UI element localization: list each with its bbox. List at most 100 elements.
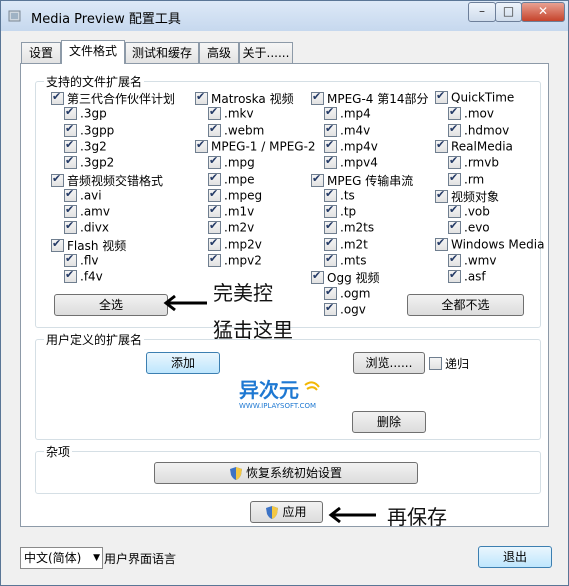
format-group-checkbox[interactable]: 视频对象 bbox=[435, 188, 499, 204]
check-box[interactable] bbox=[448, 105, 461, 121]
check-box[interactable] bbox=[435, 89, 448, 104]
check-box[interactable] bbox=[324, 122, 337, 137]
extension-checkbox[interactable]: .webm bbox=[208, 122, 264, 139]
extension-checkbox[interactable]: .mts bbox=[324, 252, 366, 269]
delete-button[interactable]: 删除 bbox=[352, 411, 426, 433]
extension-checkbox[interactable]: .m1v bbox=[208, 203, 254, 220]
tab-about[interactable]: 关于...... bbox=[239, 42, 293, 63]
select-all-button[interactable]: 全选 bbox=[54, 294, 168, 316]
check-box[interactable] bbox=[448, 122, 461, 137]
format-group-checkbox[interactable]: MPEG-4 第14部分 bbox=[311, 90, 429, 106]
check-box[interactable] bbox=[208, 236, 221, 251]
check-box[interactable] bbox=[435, 138, 448, 153]
tab-test-cache[interactable]: 测试和缓存 bbox=[125, 42, 199, 63]
extension-checkbox[interactable]: .rmvb bbox=[448, 154, 499, 171]
extension-checkbox[interactable]: .rm bbox=[448, 171, 484, 188]
add-button[interactable]: 添加 bbox=[146, 352, 220, 374]
check-box[interactable] bbox=[208, 122, 221, 137]
check-box[interactable] bbox=[51, 90, 64, 105]
recursive-checkbox[interactable]: 递归 bbox=[429, 355, 469, 371]
check-box[interactable] bbox=[324, 285, 337, 300]
format-group-checkbox[interactable]: RealMedia bbox=[435, 138, 513, 155]
extension-checkbox[interactable]: .evo bbox=[448, 219, 490, 236]
format-group-checkbox[interactable]: Windows Media bbox=[435, 236, 544, 253]
check-box[interactable] bbox=[64, 105, 77, 121]
check-box[interactable] bbox=[448, 219, 461, 235]
browse-button[interactable]: 浏览...... bbox=[353, 352, 425, 374]
check-box[interactable] bbox=[208, 203, 221, 219]
extension-checkbox[interactable]: .avi bbox=[64, 187, 102, 204]
extension-checkbox[interactable]: .mp4 bbox=[324, 105, 371, 122]
check-box[interactable] bbox=[448, 154, 461, 170]
extension-checkbox[interactable]: .m4v bbox=[324, 122, 370, 139]
check-box[interactable] bbox=[51, 172, 64, 187]
format-group-checkbox[interactable]: Flash 视频 bbox=[51, 237, 126, 253]
format-group-checkbox[interactable]: 第三代合作伙伴计划 bbox=[51, 90, 175, 106]
extension-checkbox[interactable]: .hdmov bbox=[448, 122, 509, 139]
extension-checkbox[interactable]: .mpv4 bbox=[324, 154, 378, 171]
extension-checkbox[interactable]: .flv bbox=[64, 252, 98, 269]
language-select[interactable]: 中文(简体) ▼ bbox=[20, 547, 103, 569]
check-box[interactable] bbox=[64, 154, 77, 170]
extension-checkbox[interactable]: .mpv2 bbox=[208, 252, 262, 269]
check-box[interactable] bbox=[324, 301, 337, 316]
tab-advanced[interactable]: 高级 bbox=[199, 42, 239, 63]
check-box[interactable] bbox=[64, 203, 77, 219]
extension-checkbox[interactable]: .divx bbox=[64, 219, 109, 236]
check-box[interactable] bbox=[208, 105, 221, 121]
restore-defaults-button[interactable]: 恢复系统初始设置 bbox=[154, 462, 418, 484]
extension-checkbox[interactable]: .mp4v bbox=[324, 138, 378, 155]
check-box[interactable] bbox=[208, 187, 221, 202]
check-box[interactable] bbox=[324, 252, 337, 267]
extension-checkbox[interactable]: .f4v bbox=[64, 268, 103, 285]
extension-checkbox[interactable]: .3gp bbox=[64, 105, 107, 122]
format-group-checkbox[interactable]: MPEG-1 / MPEG-2 bbox=[195, 138, 316, 155]
format-group-checkbox[interactable]: Ogg 视频 bbox=[311, 269, 380, 285]
extension-checkbox[interactable]: .mov bbox=[448, 105, 494, 122]
check-box[interactable] bbox=[324, 187, 337, 202]
check-box[interactable] bbox=[324, 219, 337, 235]
check-box[interactable] bbox=[435, 236, 448, 251]
format-group-checkbox[interactable]: Matroska 视频 bbox=[195, 90, 294, 106]
extension-checkbox[interactable]: .mpe bbox=[208, 171, 255, 188]
extension-checkbox[interactable]: .m2t bbox=[324, 236, 368, 253]
check-box[interactable] bbox=[435, 188, 448, 203]
extension-checkbox[interactable]: .vob bbox=[448, 203, 490, 220]
check-box[interactable] bbox=[208, 171, 221, 186]
check-box[interactable] bbox=[448, 268, 461, 284]
extension-checkbox[interactable]: .asf bbox=[448, 268, 486, 285]
check-box[interactable] bbox=[64, 122, 77, 137]
check-box[interactable] bbox=[324, 236, 337, 251]
exit-button[interactable]: 退出 bbox=[478, 546, 552, 568]
format-group-checkbox[interactable]: QuickTime bbox=[435, 89, 514, 106]
check-box[interactable] bbox=[195, 138, 208, 153]
check-box[interactable] bbox=[448, 171, 461, 186]
check-box[interactable] bbox=[64, 219, 77, 235]
check-box[interactable] bbox=[311, 90, 324, 105]
extension-checkbox[interactable]: .mpg bbox=[208, 154, 255, 171]
check-box[interactable] bbox=[208, 219, 221, 235]
check-box[interactable] bbox=[208, 252, 221, 267]
extension-checkbox[interactable]: .m2ts bbox=[324, 219, 374, 236]
apply-button[interactable]: 应用 bbox=[250, 501, 323, 523]
check-box[interactable] bbox=[195, 90, 208, 105]
extension-checkbox[interactable]: .m2v bbox=[208, 219, 254, 236]
extension-checkbox[interactable]: .wmv bbox=[448, 252, 496, 269]
check-box[interactable] bbox=[51, 237, 64, 252]
tab-settings[interactable]: 设置 bbox=[21, 42, 61, 63]
check-box[interactable] bbox=[324, 105, 337, 121]
check-box[interactable] bbox=[324, 138, 337, 153]
check-box[interactable] bbox=[64, 187, 77, 202]
format-group-checkbox[interactable]: 音频视频交错格式 bbox=[51, 172, 163, 188]
check-box[interactable] bbox=[311, 269, 324, 285]
close-button[interactable]: ✕ bbox=[521, 2, 565, 22]
extension-checkbox[interactable]: .mp2v bbox=[208, 236, 262, 253]
check-box[interactable] bbox=[64, 268, 77, 284]
extension-checkbox[interactable]: .3gp2 bbox=[64, 154, 114, 171]
tab-file-formats[interactable]: 文件格式 bbox=[61, 40, 125, 64]
maximize-button[interactable]: □ bbox=[495, 2, 522, 22]
check-box[interactable] bbox=[311, 172, 324, 187]
check-box[interactable] bbox=[64, 138, 77, 153]
minimize-button[interactable]: – bbox=[468, 2, 496, 22]
extension-checkbox[interactable]: .ogm bbox=[324, 285, 370, 302]
